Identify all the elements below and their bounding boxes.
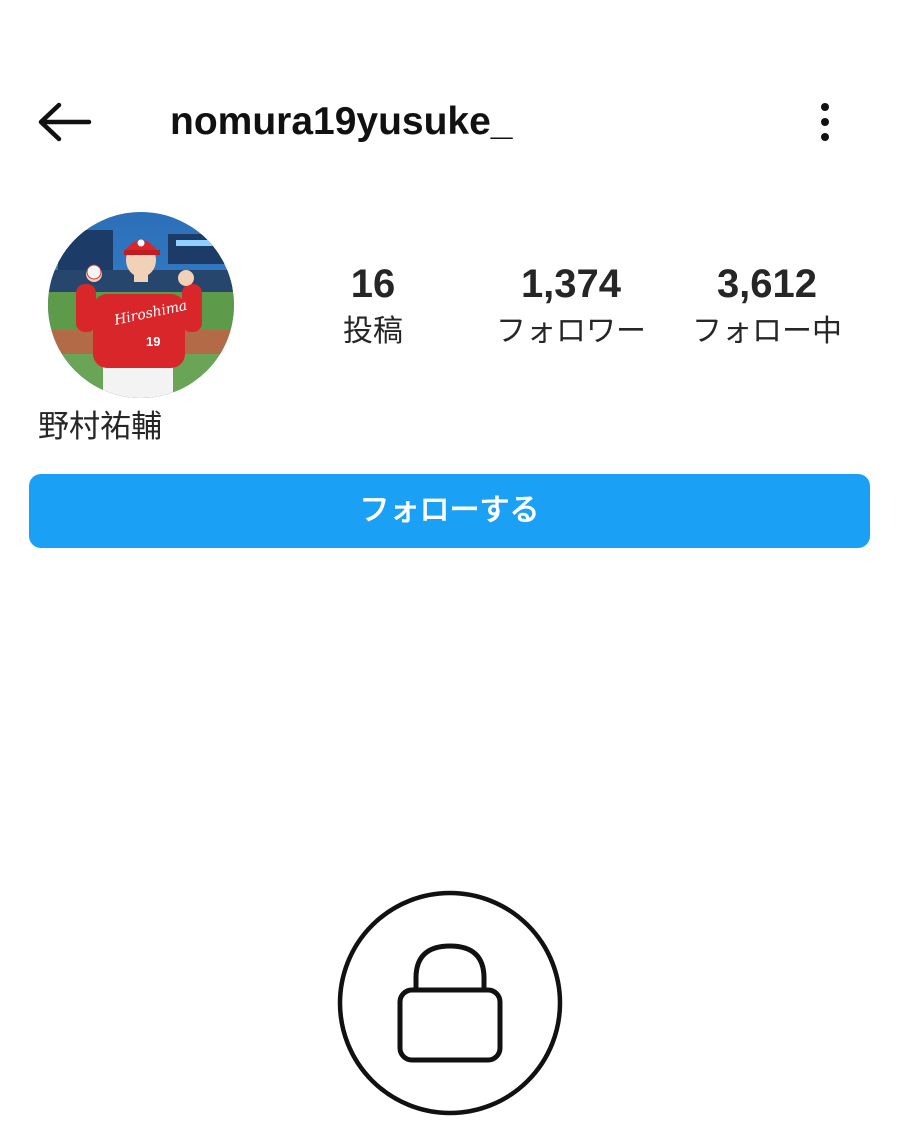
back-button[interactable] <box>30 92 100 152</box>
profile-username: nomura19yusuke_ <box>170 100 513 143</box>
stat-following-value: 3,612 <box>716 262 818 306</box>
stat-posts[interactable]: 16 投稿 <box>278 258 468 354</box>
stat-followers[interactable]: 1,374 フォロワー <box>476 258 666 354</box>
arrow-left-icon <box>38 102 92 142</box>
more-vertical-icon <box>821 103 829 141</box>
more-options-button[interactable] <box>800 92 850 152</box>
private-account-lock <box>337 890 563 1116</box>
stat-following-label: フォロー中 <box>692 314 842 349</box>
lock-icon <box>337 890 563 1116</box>
avatar-photo: Hiroshima 19 <box>48 212 234 398</box>
follow-button[interactable]: フォローする <box>29 474 870 548</box>
top-bar: nomura19yusuke_ <box>0 0 899 240</box>
stat-followers-label: フォロワー <box>496 314 646 349</box>
profile-display-name: 野村祐輔 <box>38 409 162 445</box>
stat-posts-value: 16 <box>350 262 396 306</box>
stat-followers-value: 1,374 <box>520 262 622 306</box>
stat-following[interactable]: 3,612 フォロー中 <box>672 258 862 354</box>
jersey-number: 19 <box>146 334 160 349</box>
stat-posts-label: 投稿 <box>343 314 403 349</box>
profile-avatar[interactable]: Hiroshima 19 <box>48 212 234 398</box>
